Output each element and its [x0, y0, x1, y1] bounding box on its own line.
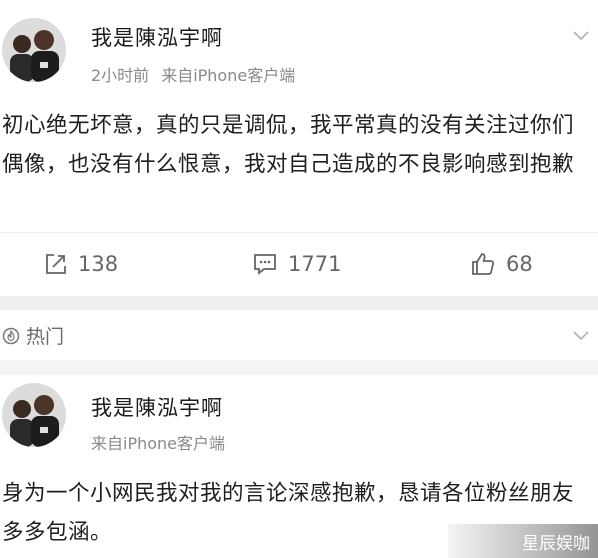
avatar[interactable] [2, 383, 66, 447]
post-source: 来自iPhone客户端 [161, 66, 296, 85]
like-icon [472, 253, 495, 275]
repost-count: 138 [78, 252, 119, 276]
section-divider [0, 360, 598, 375]
username[interactable]: 我是陳泓宇啊 [91, 22, 223, 52]
post-card: 我是陳泓宇啊 2小时前 来自iPhone客户端 初心绝无坏意，真的只是调侃，我平常… [0, 0, 598, 232]
repost-button[interactable]: 138 [44, 249, 118, 279]
post-meta: 2小时前 来自iPhone客户端 [91, 62, 295, 86]
chevron-down-icon[interactable] [572, 30, 590, 42]
post-text: 初心绝无坏意，真的只是调侃，我平常真的没有关注过你们偶像，也没有什么恨意，我对自… [2, 113, 575, 177]
hot-label: 热门 [2, 322, 64, 349]
comment-button[interactable]: 1771 [252, 249, 341, 279]
hot-text: 热门 [26, 326, 65, 348]
post-source: 来自iPhone客户端 [91, 434, 226, 453]
like-count: 68 [506, 252, 533, 276]
avatar[interactable] [2, 18, 66, 82]
post-time: 2小时前 [91, 66, 150, 85]
username[interactable]: 我是陳泓宇啊 [91, 392, 223, 422]
hot-section-header[interactable]: 热门 [0, 310, 598, 360]
watermark-text: 星辰娱咖 [522, 533, 590, 554]
post-meta: 来自iPhone客户端 [91, 430, 225, 454]
fire-icon [2, 327, 20, 344]
chevron-down-icon[interactable] [572, 330, 590, 342]
repost-icon [46, 254, 66, 274]
watermark: 星辰娱咖 [448, 524, 598, 558]
section-divider [0, 296, 598, 310]
action-bar: 138 1771 68 [0, 232, 598, 297]
comment-count: 1771 [288, 252, 342, 276]
like-button[interactable]: 68 [470, 249, 533, 279]
comment-icon [254, 254, 276, 275]
